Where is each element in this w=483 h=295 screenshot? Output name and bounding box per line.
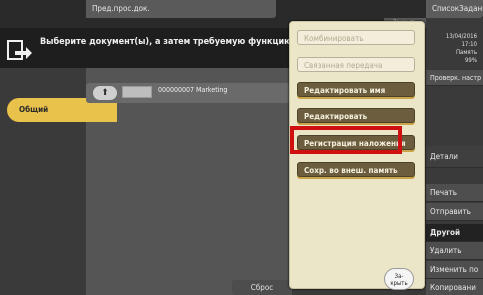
- edit-menu-button[interactable]: Редактировать: [297, 108, 415, 123]
- edit-name-button[interactable]: Изменить по: [426, 261, 483, 279]
- highlight-box: [290, 126, 402, 154]
- instruction-message: Выберите документ(ы), а затем требуемую …: [40, 37, 296, 47]
- edit-name-menu-button[interactable]: Редактировать имя: [297, 82, 415, 97]
- document-name: 000000007 Marketing: [158, 86, 228, 94]
- document-select-icon: [7, 40, 32, 60]
- other-button[interactable]: Другой: [426, 224, 483, 242]
- combine-button[interactable]: Комбинировать: [297, 30, 415, 45]
- tab-document-preview[interactable]: Пред.прос.док.: [86, 0, 276, 18]
- close-button[interactable]: За- крыть: [384, 268, 414, 290]
- print-button[interactable]: Печать: [426, 184, 483, 202]
- bind-tx-button[interactable]: Связанная передача: [297, 57, 415, 72]
- reset-button[interactable]: Сброс: [232, 280, 292, 295]
- details-button[interactable]: Детали: [426, 146, 483, 168]
- status-date: 13/04/2016: [445, 33, 477, 40]
- message-bar: [0, 28, 290, 68]
- status-panel: 13/04/2016 17:10 Память 99%: [428, 33, 483, 71]
- status-time: 17:10: [461, 41, 477, 48]
- copy-button[interactable]: Копировани: [426, 279, 483, 295]
- tab-task-list[interactable]: СписокЗадани: [426, 0, 483, 18]
- up-folder-button[interactable]: ⬆: [93, 86, 117, 100]
- send-button[interactable]: Отправить: [426, 203, 483, 221]
- save-external-memory-button[interactable]: Сохр. во внеш. память: [297, 162, 415, 177]
- delete-button[interactable]: Удалить: [426, 242, 483, 260]
- status-memory-value: 99%: [465, 57, 477, 64]
- user-box-icon: [122, 86, 152, 98]
- status-memory-label: Память: [455, 49, 477, 56]
- verify-settings-button[interactable]: Проверк. настр: [426, 70, 483, 86]
